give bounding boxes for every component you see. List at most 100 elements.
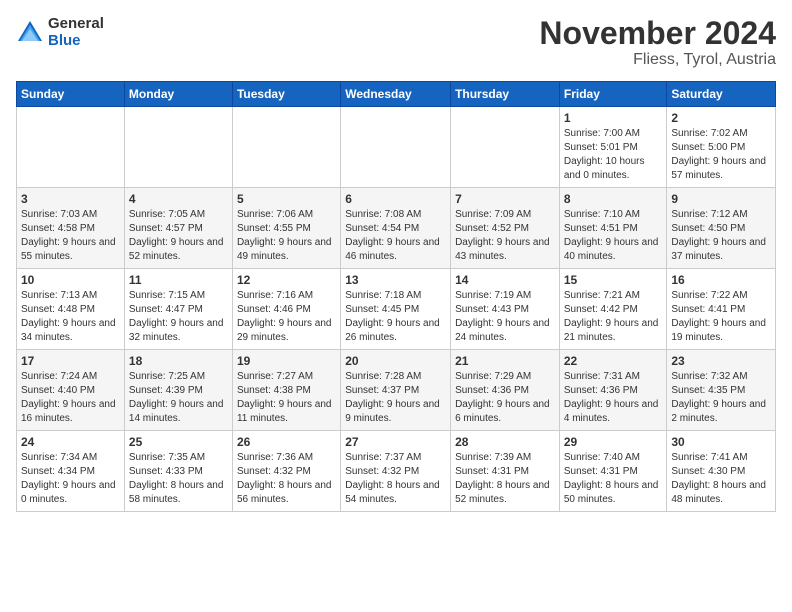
calendar-day: 3Sunrise: 7:03 AM Sunset: 4:58 PM Daylig… bbox=[17, 188, 125, 269]
day-detail: Sunrise: 7:02 AM Sunset: 5:00 PM Dayligh… bbox=[671, 127, 771, 183]
day-detail: Sunrise: 7:08 AM Sunset: 4:54 PM Dayligh… bbox=[345, 208, 446, 264]
day-number: 20 bbox=[345, 354, 446, 368]
weekday-header-monday: Monday bbox=[124, 82, 232, 107]
weekday-header-thursday: Thursday bbox=[451, 82, 560, 107]
logo-icon bbox=[16, 19, 44, 47]
title-block: November 2024 Fliess, Tyrol, Austria bbox=[539, 16, 776, 69]
day-number: 10 bbox=[21, 273, 120, 287]
day-number: 23 bbox=[671, 354, 771, 368]
day-detail: Sunrise: 7:28 AM Sunset: 4:37 PM Dayligh… bbox=[345, 370, 446, 426]
day-number: 2 bbox=[671, 111, 771, 125]
day-detail: Sunrise: 7:09 AM Sunset: 4:52 PM Dayligh… bbox=[455, 208, 555, 264]
calendar-day: 22 Sunrise: 7:31 AM Sunset: 4:36 PM Dayli… bbox=[559, 350, 667, 431]
weekday-header-friday: Friday bbox=[559, 82, 667, 107]
calendar-day bbox=[451, 107, 560, 188]
day-detail: Sunrise: 7:15 AM Sunset: 4:47 PM Dayligh… bbox=[129, 289, 228, 345]
day-number: 17 bbox=[21, 354, 120, 368]
logo-blue: Blue bbox=[48, 33, 104, 50]
calendar-day: 5Sunrise: 7:06 AM Sunset: 4:55 PM Daylig… bbox=[232, 188, 340, 269]
day-number: 22 bbox=[564, 354, 663, 368]
day-detail: Sunrise: 7:00 AM Sunset: 5:01 PM Dayligh… bbox=[564, 127, 663, 183]
calendar-day: 30Sunrise: 7:41 AM Sunset: 4:30 PM Dayli… bbox=[667, 431, 776, 512]
calendar-day: 20 Sunrise: 7:28 AM Sunset: 4:37 PM Dayli… bbox=[341, 350, 451, 431]
title-month: November 2024 bbox=[539, 16, 776, 51]
day-number: 14 bbox=[455, 273, 555, 287]
logo: General Blue bbox=[16, 16, 104, 49]
day-detail: Sunrise: 7:37 AM Sunset: 4:32 PM Dayligh… bbox=[345, 451, 446, 507]
week-row-2: 3Sunrise: 7:03 AM Sunset: 4:58 PM Daylig… bbox=[17, 188, 776, 269]
calendar-day: 1 Sunrise: 7:00 AM Sunset: 5:01 PM Daylig… bbox=[559, 107, 667, 188]
calendar-day: 21 Sunrise: 7:29 AM Sunset: 4:36 PM Dayli… bbox=[451, 350, 560, 431]
day-detail: Sunrise: 7:31 AM Sunset: 4:36 PM Dayligh… bbox=[564, 370, 663, 426]
calendar-day: 19 Sunrise: 7:27 AM Sunset: 4:38 PM Dayli… bbox=[232, 350, 340, 431]
day-number: 4 bbox=[129, 192, 228, 206]
day-detail: Sunrise: 7:24 AM Sunset: 4:40 PM Dayligh… bbox=[21, 370, 120, 426]
calendar-day bbox=[17, 107, 125, 188]
calendar-day bbox=[232, 107, 340, 188]
calendar-day bbox=[341, 107, 451, 188]
day-detail: Sunrise: 7:22 AM Sunset: 4:41 PM Dayligh… bbox=[671, 289, 771, 345]
day-detail: Sunrise: 7:29 AM Sunset: 4:36 PM Dayligh… bbox=[455, 370, 555, 426]
day-detail: Sunrise: 7:35 AM Sunset: 4:33 PM Dayligh… bbox=[129, 451, 228, 507]
day-detail: Sunrise: 7:19 AM Sunset: 4:43 PM Dayligh… bbox=[455, 289, 555, 345]
day-number: 16 bbox=[671, 273, 771, 287]
calendar-day: 13 Sunrise: 7:18 AM Sunset: 4:45 PM Dayli… bbox=[341, 269, 451, 350]
day-number: 24 bbox=[21, 435, 120, 449]
day-number: 8 bbox=[564, 192, 663, 206]
calendar-day: 8 Sunrise: 7:10 AM Sunset: 4:51 PM Daylig… bbox=[559, 188, 667, 269]
weekday-header-tuesday: Tuesday bbox=[232, 82, 340, 107]
weekday-header-wednesday: Wednesday bbox=[341, 82, 451, 107]
day-number: 27 bbox=[345, 435, 446, 449]
day-detail: Sunrise: 7:12 AM Sunset: 4:50 PM Dayligh… bbox=[671, 208, 771, 264]
day-number: 1 bbox=[564, 111, 663, 125]
calendar-day: 14 Sunrise: 7:19 AM Sunset: 4:43 PM Dayli… bbox=[451, 269, 560, 350]
calendar-header: SundayMondayTuesdayWednesdayThursdayFrid… bbox=[17, 82, 776, 107]
calendar-day: 11 Sunrise: 7:15 AM Sunset: 4:47 PM Dayli… bbox=[124, 269, 232, 350]
day-detail: Sunrise: 7:41 AM Sunset: 4:30 PM Dayligh… bbox=[671, 451, 771, 507]
day-number: 11 bbox=[129, 273, 228, 287]
calendar-day: 15 Sunrise: 7:21 AM Sunset: 4:42 PM Dayli… bbox=[559, 269, 667, 350]
calendar-day: 26Sunrise: 7:36 AM Sunset: 4:32 PM Dayli… bbox=[232, 431, 340, 512]
calendar-day: 4Sunrise: 7:05 AM Sunset: 4:57 PM Daylig… bbox=[124, 188, 232, 269]
day-number: 6 bbox=[345, 192, 446, 206]
day-detail: Sunrise: 7:34 AM Sunset: 4:34 PM Dayligh… bbox=[21, 451, 120, 507]
day-number: 5 bbox=[237, 192, 336, 206]
logo-general: General bbox=[48, 16, 104, 33]
calendar-day: 28Sunrise: 7:39 AM Sunset: 4:31 PM Dayli… bbox=[451, 431, 560, 512]
day-number: 19 bbox=[237, 354, 336, 368]
day-detail: Sunrise: 7:27 AM Sunset: 4:38 PM Dayligh… bbox=[237, 370, 336, 426]
calendar-table: SundayMondayTuesdayWednesdayThursdayFrid… bbox=[16, 81, 776, 512]
day-detail: Sunrise: 7:13 AM Sunset: 4:48 PM Dayligh… bbox=[21, 289, 120, 345]
day-number: 28 bbox=[455, 435, 555, 449]
day-number: 18 bbox=[129, 354, 228, 368]
weekday-header-sunday: Sunday bbox=[17, 82, 125, 107]
day-detail: Sunrise: 7:40 AM Sunset: 4:31 PM Dayligh… bbox=[564, 451, 663, 507]
day-number: 29 bbox=[564, 435, 663, 449]
day-detail: Sunrise: 7:10 AM Sunset: 4:51 PM Dayligh… bbox=[564, 208, 663, 264]
calendar-day: 23 Sunrise: 7:32 AM Sunset: 4:35 PM Dayli… bbox=[667, 350, 776, 431]
calendar-day: 17 Sunrise: 7:24 AM Sunset: 4:40 PM Dayli… bbox=[17, 350, 125, 431]
week-row-1: 1 Sunrise: 7:00 AM Sunset: 5:01 PM Daylig… bbox=[17, 107, 776, 188]
day-number: 12 bbox=[237, 273, 336, 287]
day-detail: Sunrise: 7:32 AM Sunset: 4:35 PM Dayligh… bbox=[671, 370, 771, 426]
header: General Blue November 2024 Fliess, Tyrol… bbox=[16, 16, 776, 69]
calendar-day: 6 Sunrise: 7:08 AM Sunset: 4:54 PM Daylig… bbox=[341, 188, 451, 269]
weekday-header-saturday: Saturday bbox=[667, 82, 776, 107]
day-number: 13 bbox=[345, 273, 446, 287]
calendar-day: 27 Sunrise: 7:37 AM Sunset: 4:32 PM Dayli… bbox=[341, 431, 451, 512]
day-detail: Sunrise: 7:21 AM Sunset: 4:42 PM Dayligh… bbox=[564, 289, 663, 345]
day-number: 9 bbox=[671, 192, 771, 206]
calendar-day: 10 Sunrise: 7:13 AM Sunset: 4:48 PM Dayli… bbox=[17, 269, 125, 350]
calendar-day: 9 Sunrise: 7:12 AM Sunset: 4:50 PM Daylig… bbox=[667, 188, 776, 269]
calendar-day bbox=[124, 107, 232, 188]
day-number: 7 bbox=[455, 192, 555, 206]
day-number: 3 bbox=[21, 192, 120, 206]
week-row-3: 10 Sunrise: 7:13 AM Sunset: 4:48 PM Dayli… bbox=[17, 269, 776, 350]
day-detail: Sunrise: 7:36 AM Sunset: 4:32 PM Dayligh… bbox=[237, 451, 336, 507]
day-number: 21 bbox=[455, 354, 555, 368]
day-detail: Sunrise: 7:16 AM Sunset: 4:46 PM Dayligh… bbox=[237, 289, 336, 345]
day-detail: Sunrise: 7:18 AM Sunset: 4:45 PM Dayligh… bbox=[345, 289, 446, 345]
calendar-day: 7 Sunrise: 7:09 AM Sunset: 4:52 PM Daylig… bbox=[451, 188, 560, 269]
day-number: 15 bbox=[564, 273, 663, 287]
calendar-day: 25Sunrise: 7:35 AM Sunset: 4:33 PM Dayli… bbox=[124, 431, 232, 512]
